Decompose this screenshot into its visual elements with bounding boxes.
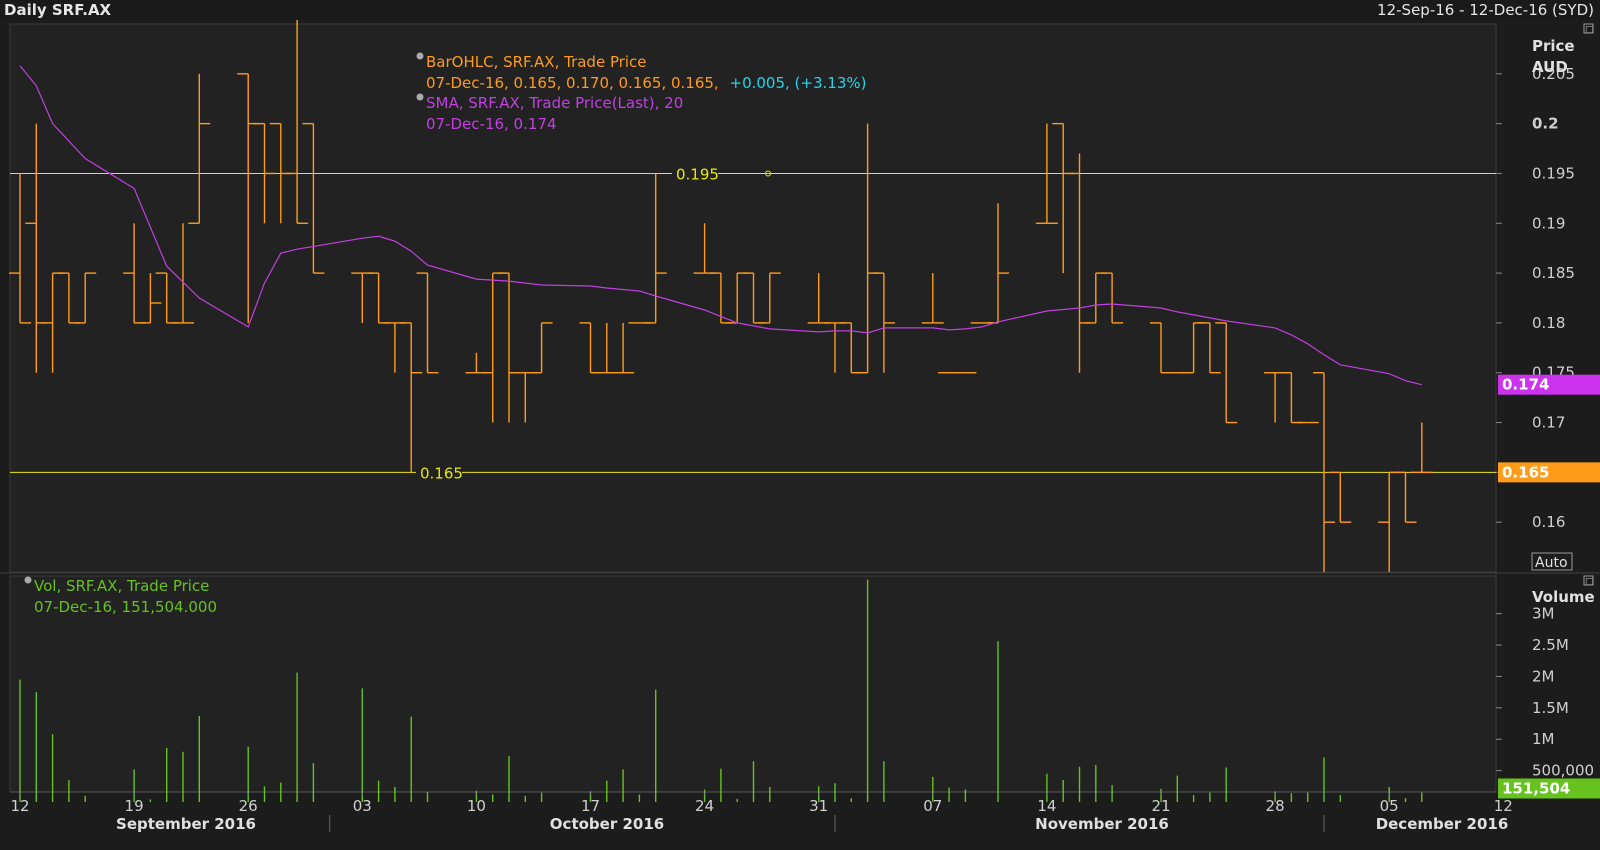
sma-legend-toggle-icon[interactable] [416,93,424,101]
price-tick-label: 0.18 [1532,314,1565,332]
volume-tick-label: 2.5M [1532,636,1569,654]
volume-tick-label: 1.5M [1532,699,1569,717]
chart-title: Daily SRF.AX [4,1,112,19]
restore-icon: □ [1585,577,1594,587]
volume-tick-label: 3M [1532,605,1555,623]
month-label: October 2016 [550,815,664,833]
restore-icon: □ [1585,25,1594,35]
ohlc-legend-toggle-icon[interactable] [416,52,424,60]
ohlc-legend-change: +0.005, (+3.13%) [730,74,867,92]
volume-panel[interactable] [9,575,1497,793]
chart-canvas[interactable]: 0.2050.20.1950.190.1850.180.1750.170.165… [0,20,1600,850]
price-tick-label: 0.2 [1532,115,1559,133]
vol-legend-name: Vol, SRF.AX, Trade Price [34,577,209,595]
x-tick-label: 19 [125,797,144,815]
date-range-label: 12-Sep-16 - 12-Dec-16 (SYD) [1377,1,1594,19]
month-label: December 2016 [1376,815,1509,833]
x-tick-label: 12 [10,797,29,815]
price-tick-label: 0.17 [1532,414,1565,432]
x-tick-label: 12 [1494,797,1513,815]
price-last-value-badge: 0.165 [1498,462,1600,483]
sma-last-value-badge: 0.174 [1498,374,1600,395]
price-auto-label: Auto [1535,555,1568,571]
vol-legend-values: 07-Dec-16, 151,504.000 [34,598,217,616]
month-label: November 2016 [1035,815,1169,833]
ohlc-legend-ohlc: 07-Dec-16, 0.165, 0.170, 0.165, 0.165, [426,74,719,92]
sma-legend-values: 07-Dec-16, 0.174 [426,115,557,133]
volume-axis-title: Volume [1532,588,1595,606]
month-label: September 2016 [116,815,256,833]
x-tick-label: 17 [581,797,600,815]
price-tick-label: 0.16 [1532,513,1565,531]
title-bar: Daily SRF.AX 12-Sep-16 - 12-Dec-16 (SYD) [0,0,1600,20]
volume-tick-label: 2M [1532,667,1555,685]
x-tick-label: 10 [467,797,486,815]
svg-text:0.165: 0.165 [1502,463,1549,481]
volume-panel-controls[interactable]: □ [1583,575,1594,587]
price-axis-unit: AUD [1532,58,1568,76]
x-tick-label: 26 [239,797,258,815]
x-tick-label: 07 [923,797,942,815]
ohlc-legend-values: 07-Dec-16, 0.165, 0.170, 0.165, 0.165, +… [426,74,866,92]
svg-text:0.174: 0.174 [1502,376,1549,394]
price-auto-button[interactable]: Auto [1531,552,1573,571]
x-tick-label: 21 [1151,797,1170,815]
x-tick-label: 14 [1037,797,1056,815]
hline-label: 0.195 [676,165,719,183]
price-tick-label: 0.19 [1532,214,1565,232]
ohlc-legend-name: BarOHLC, SRF.AX, Trade Price [426,53,647,71]
sma-legend-name: SMA, SRF.AX, Trade Price(Last), 20 [426,94,683,112]
volume-last-value-badge: 151,504 [1498,778,1600,799]
hline-label: 0.165 [420,464,463,482]
x-tick-label: 24 [695,797,714,815]
x-tick-label: 03 [353,797,372,815]
price-axis-title: Price [1532,37,1575,55]
volume-tick-label: 1M [1532,730,1555,748]
svg-text:151,504: 151,504 [1502,779,1570,797]
x-tick-label: 28 [1266,797,1285,815]
price-panel-controls[interactable]: □ [1583,23,1594,35]
x-tick-label: 31 [809,797,828,815]
price-tick-label: 0.195 [1532,164,1575,182]
x-tick-label: 05 [1380,797,1399,815]
vol-legend-toggle-icon[interactable] [24,576,32,584]
price-tick-label: 0.185 [1532,264,1575,282]
volume-tick-label: 500,000 [1532,762,1594,780]
